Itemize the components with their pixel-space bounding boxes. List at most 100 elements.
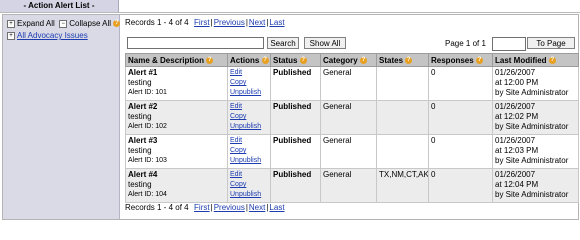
alert-name: Alert #3 — [128, 136, 158, 145]
modified-date: 01/26/2007 — [495, 102, 536, 111]
help-icon[interactable]: ? — [299, 56, 307, 64]
edit-link[interactable]: Edit — [230, 136, 268, 146]
records-pager-top: Records 1 - 4 of 4 First|Previous|Next|L… — [125, 18, 285, 27]
page-indicator: Page 1 of 1 — [445, 39, 486, 48]
pager-first[interactable]: First — [194, 203, 210, 212]
modified-date: 01/26/2007 — [495, 136, 536, 145]
tree-toolbar: + Expand All − Collapse All ? — [7, 18, 121, 29]
modified-time: at 12:02 PM — [495, 112, 539, 121]
unpublish-link[interactable]: Unpublish — [230, 88, 268, 98]
help-icon[interactable]: ? — [113, 20, 121, 28]
help-icon[interactable]: ? — [261, 56, 269, 64]
content-frame: + Expand All − Collapse All ? + All Advocac… — [2, 14, 579, 220]
tree-item-all-advocacy-issues[interactable]: All Advocacy Issues — [17, 31, 88, 40]
states-cell — [376, 100, 429, 135]
states-cell — [376, 134, 429, 169]
name-cell: Alert #3 testing Alert ID: 103 — [125, 134, 228, 169]
modified-cell: 01/26/2007 at 12:00 PM by Site Administrat… — [492, 66, 579, 101]
modified-by: by Site Administrator — [495, 88, 569, 97]
modified-by: by Site Administrator — [495, 122, 569, 131]
column-header[interactable]: Responses ? — [428, 53, 493, 67]
column-header[interactable]: Actions ? — [227, 53, 271, 67]
page-number-input[interactable] — [492, 37, 526, 51]
edit-link[interactable]: Edit — [230, 102, 268, 112]
states-cell: TX,NM,CT,AK — [376, 168, 429, 203]
modified-by: by Site Administrator — [495, 190, 569, 199]
copy-link[interactable]: Copy — [230, 78, 268, 88]
pager-previous[interactable]: Previous — [214, 18, 245, 27]
responses-cell: 0 — [428, 134, 493, 169]
alert-id: Alert ID: 104 — [128, 191, 167, 198]
alert-id: Alert ID: 101 — [128, 89, 167, 96]
column-header[interactable]: Last Modified ? — [492, 53, 579, 67]
help-icon[interactable]: ? — [548, 56, 556, 64]
column-header[interactable]: Category ? — [320, 53, 377, 67]
table-row: Alert #4 testing Alert ID: 104 Edit Copy Unp… — [125, 168, 579, 203]
pager-last[interactable]: Last — [269, 18, 284, 27]
status-cell: Published — [270, 134, 321, 169]
pager-last[interactable]: Last — [269, 203, 284, 212]
help-icon[interactable]: ? — [359, 56, 367, 64]
modified-time: at 12:04 PM — [495, 180, 539, 189]
copy-link[interactable]: Copy — [230, 112, 268, 122]
sidebar: + Expand All − Collapse All ? + All Advocac… — [3, 15, 121, 219]
responses-cell: 0 — [428, 100, 493, 135]
collapse-all-icon[interactable]: − — [59, 19, 68, 28]
unpublish-link[interactable]: Unpublish — [230, 190, 268, 200]
unpublish-link[interactable]: Unpublish — [230, 156, 268, 166]
alert-description: testing — [128, 112, 152, 121]
collapse-all-link[interactable]: Collapse All — [69, 19, 111, 28]
column-header[interactable]: States ? — [376, 53, 429, 67]
alert-name: Alert #1 — [128, 68, 158, 77]
edit-link[interactable]: Edit — [230, 68, 268, 78]
pager-next[interactable]: Next — [249, 203, 265, 212]
help-icon[interactable]: ? — [206, 56, 214, 64]
modified-by: by Site Administrator — [495, 156, 569, 165]
help-icon[interactable]: ? — [405, 56, 413, 64]
category-cell: General — [320, 168, 377, 203]
status-cell: Published — [270, 66, 321, 101]
alert-name: Alert #4 — [128, 170, 158, 179]
actions-cell: Edit Copy Unpublish — [227, 66, 271, 101]
expand-all-link[interactable]: Expand All — [17, 19, 55, 28]
table-row: Alert #3 testing Alert ID: 103 Edit Copy Unp… — [125, 134, 579, 169]
search-button[interactable]: Search — [267, 37, 299, 49]
tree-expand-icon[interactable]: + — [7, 31, 15, 40]
responses-cell: 0 — [428, 168, 493, 203]
search-input[interactable] — [127, 37, 264, 49]
states-cell — [376, 66, 429, 101]
category-cell: General — [320, 100, 377, 135]
expand-all-icon[interactable]: + — [7, 19, 15, 28]
copy-link[interactable]: Copy — [230, 146, 268, 156]
modified-time: at 12:03 PM — [495, 146, 539, 155]
tree-root: + All Advocacy Issues — [7, 30, 88, 41]
modified-date: 01/26/2007 — [495, 170, 536, 179]
actions-cell: Edit Copy Unpublish — [227, 168, 271, 203]
alert-id: Alert ID: 103 — [128, 157, 167, 164]
alert-id: Alert ID: 102 — [128, 123, 167, 130]
column-header[interactable]: Status ? — [270, 53, 321, 67]
edit-link[interactable]: Edit — [230, 170, 268, 180]
status-cell: Published — [270, 100, 321, 135]
pager-previous[interactable]: Previous — [214, 203, 245, 212]
unpublish-link[interactable]: Unpublish — [230, 122, 268, 132]
show-all-button[interactable]: Show All — [304, 37, 346, 49]
modified-time: at 12:00 PM — [495, 78, 539, 87]
records-pager-bottom: Records 1 - 4 of 4 First|Previous|Next|L… — [125, 203, 285, 212]
pager-next[interactable]: Next — [249, 18, 265, 27]
modified-cell: 01/26/2007 at 12:02 PM by Site Administrat… — [492, 100, 579, 135]
main-panel: Records 1 - 4 of 4 First|Previous|Next|L… — [124, 15, 579, 219]
category-cell: General — [320, 134, 377, 169]
pager-first[interactable]: First — [194, 18, 210, 27]
column-header[interactable]: Name & Description ? — [125, 53, 228, 67]
records-count: Records 1 - 4 of 4 — [125, 18, 189, 27]
tab-action-alert-list[interactable]: - Action Alert List - — [0, 0, 119, 12]
alert-description: testing — [128, 78, 152, 87]
responses-cell: 0 — [428, 66, 493, 101]
alert-description: testing — [128, 146, 152, 155]
modified-cell: 01/26/2007 at 12:03 PM by Site Administrat… — [492, 134, 579, 169]
name-cell: Alert #2 testing Alert ID: 102 — [125, 100, 228, 135]
copy-link[interactable]: Copy — [230, 180, 268, 190]
help-icon[interactable]: ? — [475, 56, 483, 64]
to-page-button[interactable]: To Page — [527, 37, 575, 49]
